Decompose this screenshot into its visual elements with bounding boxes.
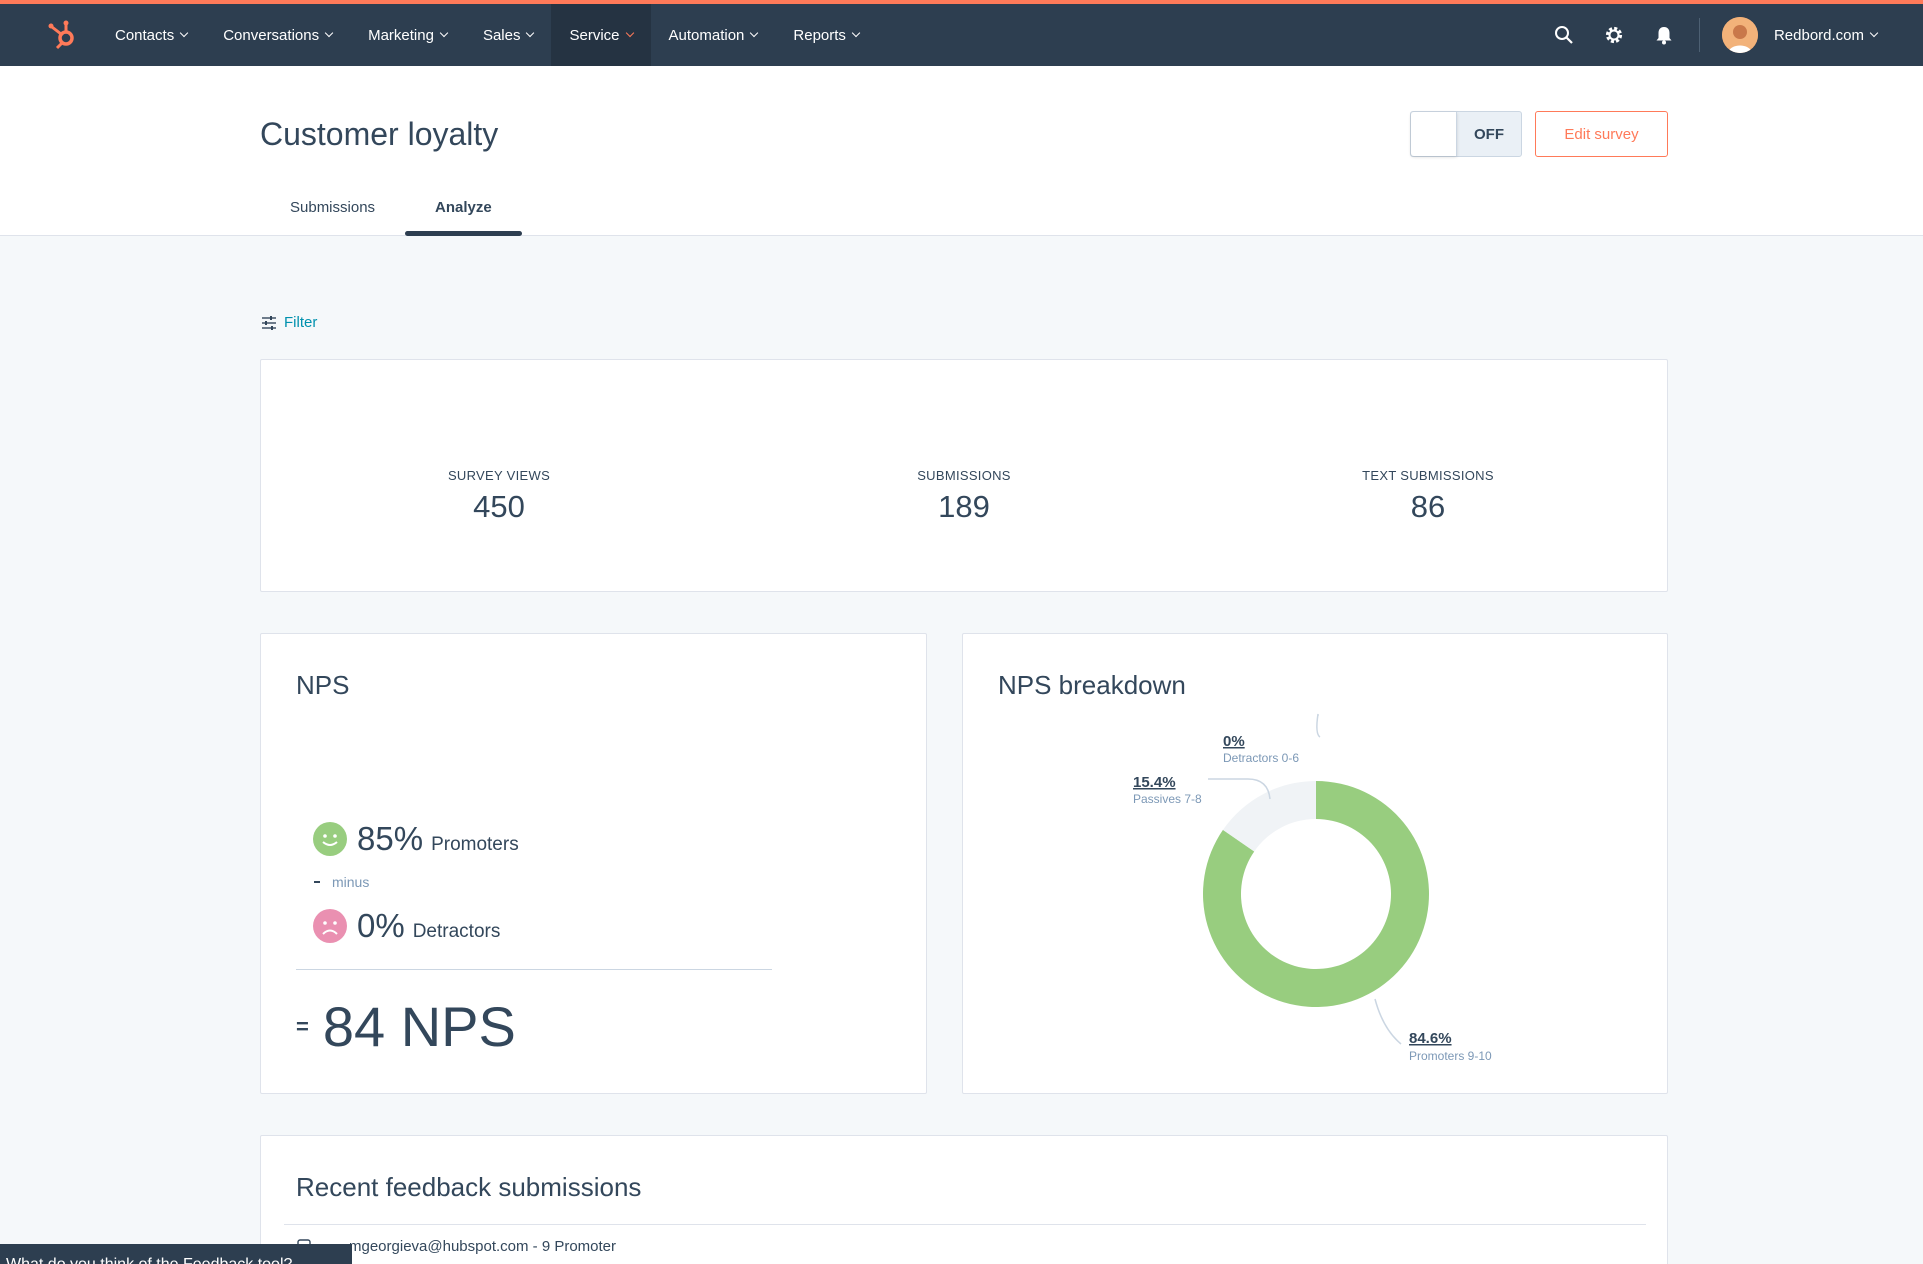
filter-label: Filter xyxy=(284,314,318,331)
bell-icon[interactable] xyxy=(1639,4,1689,66)
detractors-name-label: Detractors 0-6 xyxy=(1223,751,1299,765)
toggle-knob xyxy=(1411,112,1457,156)
nav-item-label: Automation xyxy=(668,26,745,44)
nav-item-label: Marketing xyxy=(368,26,434,44)
nav-item-label: Sales xyxy=(482,26,521,44)
nav-item-service[interactable]: Service xyxy=(551,4,651,66)
nav-item-label: Conversations xyxy=(223,26,320,44)
sad-face-icon xyxy=(313,909,347,943)
detractors-label: Detractors xyxy=(412,921,501,942)
leader-line-detractors xyxy=(1316,713,1321,738)
chevron-down-icon xyxy=(526,28,535,38)
nav-item-conversations[interactable]: Conversations xyxy=(205,4,350,66)
nav-item-reports[interactable]: Reports xyxy=(775,4,877,66)
nps-divider xyxy=(296,969,772,970)
nps-total: = 84 NPS xyxy=(296,994,516,1059)
nav-item-contacts[interactable]: Contacts xyxy=(97,4,205,66)
stat-value: 450 xyxy=(473,489,525,524)
feedback-title: Recent feedback submissions xyxy=(296,1172,642,1202)
nav-item-sales[interactable]: Sales xyxy=(465,4,552,66)
detractors-pct-label[interactable]: 0% xyxy=(1223,733,1245,750)
chevron-down-icon xyxy=(324,28,334,38)
promoters-pct-label[interactable]: 84.6% xyxy=(1409,1030,1452,1047)
leader-line-promoters xyxy=(1374,998,1402,1045)
minus-row: minus xyxy=(314,874,369,890)
nav-menu: Contacts Conversations Marketing Sales S… xyxy=(97,4,877,66)
edit-survey-button[interactable]: Edit survey xyxy=(1535,111,1668,157)
summary-stats-card: SURVEY VIEWS 450 SUBMISSIONS 189 TEXT SU… xyxy=(260,359,1668,592)
toggle-label: OFF xyxy=(1474,125,1504,143)
tab-bar: Submissions Analyze xyxy=(260,178,522,236)
nps-donut-chart: 0% Detractors 0-6 15.4% Passives 7-8 84.… xyxy=(1133,713,1492,1063)
feedback-email: mgeorgieva@hubspot.com xyxy=(349,1238,529,1255)
tab-analyze[interactable]: Analyze xyxy=(405,178,522,236)
feedback-row[interactable]: mgeorgieva@hubspot.com - 9 Promoter xyxy=(349,1238,616,1255)
nav-item-marketing[interactable]: Marketing xyxy=(350,4,465,66)
promoters-row: 85% Promoters xyxy=(313,820,519,858)
promoters-name-label: Promoters 9-10 xyxy=(1409,1049,1492,1063)
minus-label: minus xyxy=(332,874,370,890)
stat-survey-views: SURVEY VIEWS 450 xyxy=(349,468,649,525)
feedback-tool-tab[interactable]: What do you think of the Feedback tool? xyxy=(0,1244,352,1264)
page-title: Customer loyalty xyxy=(260,116,499,152)
nav-item-label: Service xyxy=(569,26,620,44)
nps-title: NPS xyxy=(296,670,350,700)
chevron-down-icon xyxy=(439,28,449,38)
nps-breakdown-card: NPS breakdown 0% Detractors 0-6 15.4% Pa… xyxy=(962,633,1668,1094)
promoters-percent: 85% xyxy=(357,820,424,857)
feedback-divider xyxy=(284,1224,1646,1225)
chevron-down-icon xyxy=(1869,28,1879,38)
chevron-down-icon xyxy=(625,28,634,38)
chevron-down-icon xyxy=(179,28,189,38)
promoters-label: Promoters xyxy=(431,834,519,855)
avatar[interactable] xyxy=(1721,17,1758,53)
detractors-percent: 0% xyxy=(357,907,405,944)
equals-sign: = xyxy=(296,1013,309,1039)
nps-score: 84 NPS xyxy=(322,995,516,1058)
stat-label: SUBMISSIONS xyxy=(917,468,1011,483)
stat-value: 86 xyxy=(1410,489,1446,524)
nav-divider xyxy=(1698,18,1700,52)
stat-label: TEXT SUBMISSIONS xyxy=(1362,468,1494,483)
page-header: Customer loyalty OFF Edit survey Submiss… xyxy=(0,66,1923,236)
gear-icon[interactable] xyxy=(1589,4,1639,66)
chevron-down-icon xyxy=(851,28,861,38)
tab-submissions[interactable]: Submissions xyxy=(260,178,405,236)
survey-toggle[interactable]: OFF xyxy=(1410,111,1522,157)
detractors-row: 0% Detractors xyxy=(313,907,500,945)
stat-submissions: SUBMISSIONS 189 xyxy=(814,468,1114,525)
stat-text-submissions: TEXT SUBMISSIONS 86 xyxy=(1278,468,1578,525)
top-navigation: Contacts Conversations Marketing Sales S… xyxy=(0,0,1923,66)
nav-item-automation[interactable]: Automation xyxy=(651,4,776,66)
nps-card: NPS 85% Promoters minus 0% Detractors = … xyxy=(260,633,927,1094)
chevron-down-icon xyxy=(750,28,759,38)
recent-feedback-card: Recent feedback submissions mgeorgieva@h… xyxy=(260,1135,1668,1264)
filter-button[interactable]: Filter xyxy=(262,314,317,331)
account-label: Redbord.com xyxy=(1773,26,1864,44)
smiley-face-icon xyxy=(313,822,347,856)
stat-value: 189 xyxy=(938,489,990,524)
feedback-score: - 9 Promoter xyxy=(528,1238,617,1255)
nav-item-label: Contacts xyxy=(115,26,175,44)
nav-utilities: Redbord.com xyxy=(1539,4,1923,66)
passives-pct-label[interactable]: 15.4% xyxy=(1133,774,1176,791)
minus-sign xyxy=(314,881,320,883)
passives-name-label: Passives 7-8 xyxy=(1133,792,1202,806)
filter-icon xyxy=(262,315,276,330)
search-icon[interactable] xyxy=(1539,4,1589,66)
stat-label: SURVEY VIEWS xyxy=(447,468,551,483)
sprocket-logo-icon[interactable] xyxy=(46,18,80,52)
nav-item-label: Reports xyxy=(793,26,846,44)
account-menu[interactable]: Redbord.com xyxy=(1773,26,1879,44)
